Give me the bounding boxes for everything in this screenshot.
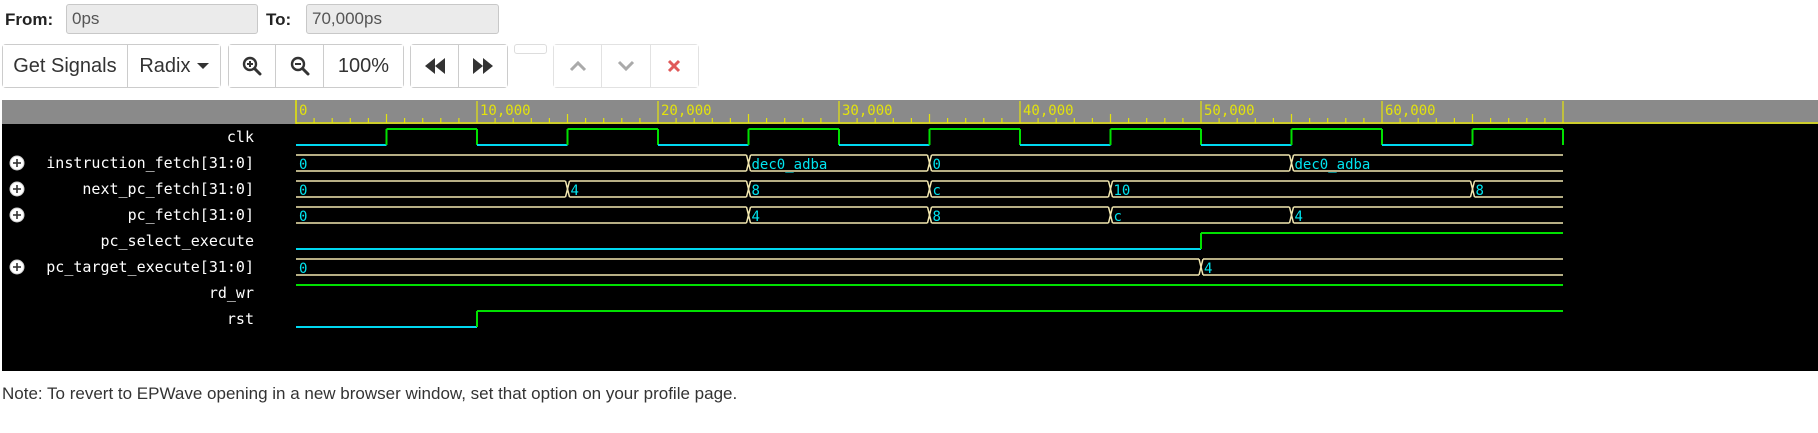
- zoom-in-icon: [243, 56, 262, 76]
- waveform-canvas[interactable]: 0 10,000 20,000 30,000 40,000 50,000 60,000 clk…: [2, 100, 1818, 371]
- zoom-out-button[interactable]: [276, 45, 324, 87]
- bus-transition: [1290, 206, 1295, 224]
- timeline-ruler[interactable]: [2, 100, 1818, 124]
- signal-name[interactable]: clk: [227, 128, 254, 146]
- cursor-button-group: [553, 44, 699, 88]
- radix-button[interactable]: Radix: [127, 45, 220, 87]
- next-transition-button[interactable]: [459, 45, 507, 87]
- ruler-label: 60,000: [1385, 103, 1436, 119]
- bus-value: 8: [752, 183, 760, 199]
- zoom-level-label: 100%: [337, 54, 390, 77]
- previous-transition-button[interactable]: [411, 45, 460, 87]
- navigate-button-group: [410, 44, 508, 88]
- bus-value: 0: [299, 209, 307, 225]
- get-signals-button[interactable]: Get Signals: [3, 45, 128, 87]
- signals-button-group: Get Signals Radix: [2, 44, 221, 88]
- empty-button[interactable]: [514, 44, 547, 54]
- bus-value: dec0_adba: [752, 157, 828, 173]
- bus-transition: [1109, 206, 1114, 224]
- from-input[interactable]: 0ps: [66, 4, 258, 34]
- ruler-label: 40,000: [1023, 103, 1074, 119]
- bus-transition: [747, 206, 752, 224]
- bus-value: c: [933, 183, 941, 199]
- bus-value: 4: [1295, 209, 1303, 225]
- bus-value: 0: [299, 261, 307, 277]
- bus-transition: [1471, 180, 1476, 198]
- signal-name[interactable]: instruction_fetch[31:0]: [46, 154, 254, 172]
- backward-icon: [424, 58, 445, 74]
- bus-transition: [928, 154, 933, 172]
- signal-name[interactable]: pc_fetch[31:0]: [128, 206, 254, 224]
- bus-value: 10: [1114, 183, 1131, 199]
- bus-value: 4: [1204, 261, 1212, 277]
- signal-name[interactable]: pc_target_execute[31:0]: [46, 258, 254, 276]
- ruler-label: 20,000: [661, 103, 712, 119]
- bus-transition: [747, 180, 752, 198]
- move-down-button[interactable]: [602, 45, 651, 87]
- from-label: From:: [5, 10, 54, 29]
- get-signals-label: Get Signals: [13, 54, 117, 77]
- caret-down-icon: [196, 63, 209, 69]
- bus-value: 0: [933, 157, 941, 173]
- zoom-out-icon: [290, 56, 310, 76]
- remove-signal-button[interactable]: [650, 45, 698, 87]
- bus-value: 0: [299, 183, 307, 199]
- ruler-label: 50,000: [1204, 103, 1255, 119]
- bus-value: 0: [299, 157, 307, 173]
- bus-transition: [928, 180, 933, 198]
- radix-label: Radix: [139, 54, 191, 77]
- bus-transition: [1290, 154, 1295, 172]
- forward-icon: [473, 58, 493, 74]
- to-label: To:: [266, 10, 292, 29]
- zoom-in-button[interactable]: [229, 45, 277, 87]
- signal-name[interactable]: next_pc_fetch[31:0]: [82, 180, 254, 198]
- bus-transition: [566, 180, 571, 198]
- chevron-down-icon: [617, 60, 635, 72]
- bus-value: c: [1114, 209, 1122, 225]
- zoom-level-button[interactable]: 100%: [323, 45, 403, 87]
- time-range-row: From: 0ps To: 70,000ps: [0, 4, 700, 36]
- ruler-label: 10,000: [480, 103, 531, 119]
- waveform-viewer[interactable]: 0 10,000 20,000 30,000 40,000 50,000 60,000 clk…: [2, 100, 1818, 371]
- profile-note: Note: To revert to EPWave opening in a n…: [2, 384, 738, 403]
- signal-name[interactable]: rd_wr: [209, 284, 254, 302]
- signal-name[interactable]: rst: [227, 310, 254, 328]
- chevron-up-icon: [569, 60, 586, 72]
- bus-transition: [928, 206, 933, 224]
- bus-value: dec0_adba: [1295, 157, 1371, 173]
- bus-value: 4: [752, 209, 760, 225]
- ruler-label: 30,000: [842, 103, 893, 119]
- ruler-label: 0: [299, 103, 307, 119]
- to-input[interactable]: 70,000ps: [306, 4, 499, 34]
- toolbar: Get Signals Radix 100%: [0, 44, 820, 90]
- bus-value: 8: [1476, 183, 1484, 199]
- bus-value: 8: [933, 209, 941, 225]
- bus-transition: [1200, 258, 1204, 276]
- bus-transition: [1109, 180, 1114, 198]
- move-up-button[interactable]: [554, 45, 603, 87]
- bus-transition: [747, 154, 752, 172]
- close-icon: [668, 59, 681, 73]
- signal-name[interactable]: pc_select_execute: [100, 232, 254, 250]
- zoom-button-group: 100%: [228, 44, 404, 88]
- bus-value: 4: [571, 183, 579, 199]
